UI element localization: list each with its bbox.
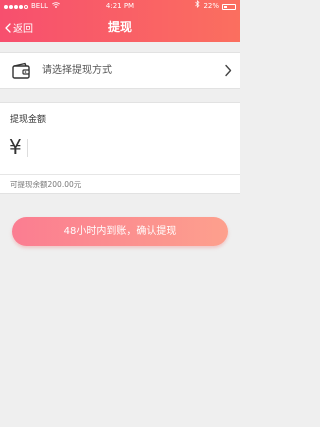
input-caret	[27, 139, 28, 157]
status-right: 22%	[195, 0, 236, 13]
battery-fill	[224, 5, 227, 8]
wallet-icon	[12, 62, 30, 79]
withdraw-method-selector[interactable]: 请选择提现方式	[0, 52, 240, 89]
nav-bar: 返回 提现	[0, 13, 240, 42]
header: BELL 4:21 PM 22% 返回 提现	[0, 0, 240, 42]
withdraw-method-placeholder: 请选择提现方式	[42, 65, 112, 76]
confirm-withdraw-button[interactable]: 48小时内到账，确认提现	[12, 217, 228, 246]
divider	[0, 174, 240, 175]
currency-symbol: ¥	[9, 135, 22, 159]
amount-card: 提现金额 ¥ 可提现余额200.00元	[0, 102, 240, 194]
amount-label: 提现金额	[10, 115, 47, 125]
chevron-right-icon	[225, 64, 232, 77]
bluetooth-icon	[195, 0, 200, 13]
status-bar: BELL 4:21 PM 22%	[0, 0, 240, 13]
page-title: 提现	[107, 20, 132, 34]
available-balance: 可提现余额200.00元	[10, 180, 82, 189]
battery-percent: 22%	[203, 2, 219, 10]
amount-input[interactable]	[32, 133, 222, 163]
battery-icon	[222, 3, 236, 10]
